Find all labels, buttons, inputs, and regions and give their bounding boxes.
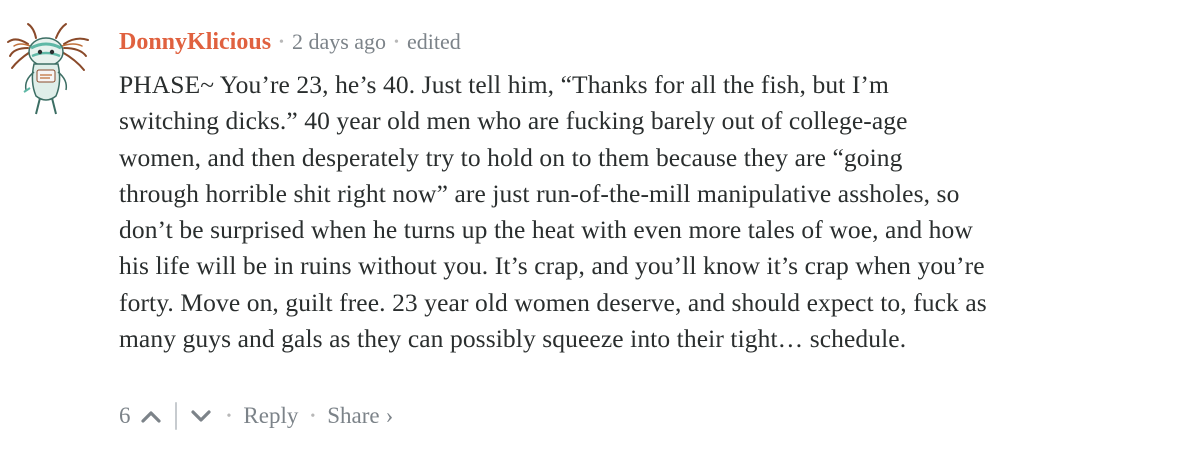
share-button[interactable]: Share › [327,403,393,429]
author-name[interactable]: DonnyKlicious [119,29,271,56]
separator-dot: • [279,35,284,50]
comment-body: PHASE~ You’re 23, he’s 40. Just tell him… [119,70,987,354]
chevron-right-icon: › [385,403,394,428]
comment-footer: 6 • Reply • Share › [119,398,393,434]
separator-dot: • [310,409,316,424]
separator-dot: • [394,35,399,50]
edited-label: edited [406,29,461,54]
vote-divider [174,402,177,430]
comment-header: DonnyKlicious • 2 days ago • edited [119,26,461,58]
downvote-button[interactable] [187,402,215,430]
upvote-button[interactable] [137,402,165,430]
timestamp[interactable]: 2 days ago [292,29,386,55]
vote-count: 6 [119,403,131,428]
chevron-down-icon [190,410,211,422]
chevron-up-icon [140,411,161,423]
share-label: Share [327,403,380,428]
reply-button[interactable]: Reply [243,403,298,429]
avatar[interactable] [6,22,90,118]
comment: DonnyKlicious • 2 days ago • edited PHAS… [0,0,1200,456]
separator-dot: • [226,409,232,424]
